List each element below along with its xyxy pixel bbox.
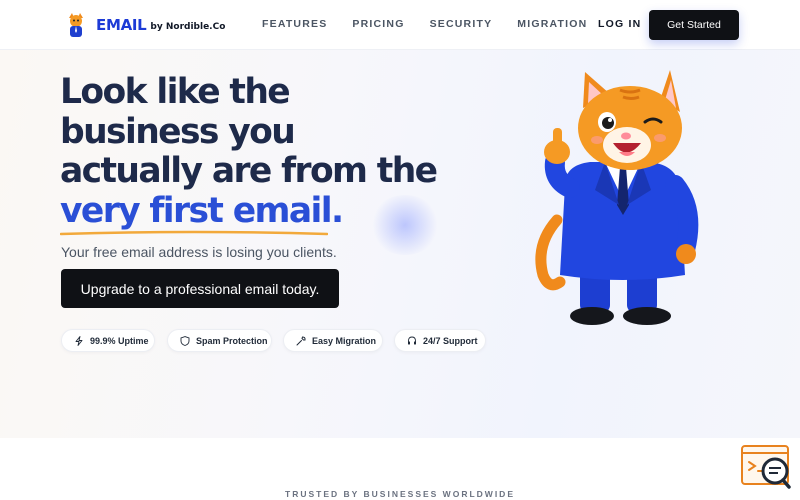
logo[interactable]: EMAIL by Nordible.Co <box>66 12 225 38</box>
hero-subtext: Your free email address is losing you cl… <box>61 244 337 260</box>
logo-mascot-icon <box>69 13 83 37</box>
cat-mascot-illustration <box>535 70 699 325</box>
upgrade-cta-button[interactable]: Upgrade to a professional email today. <box>61 269 339 308</box>
lightning-icon <box>75 335 83 346</box>
trusted-by-heading: TRUSTED BY BUSINESSES WORLDWIDE <box>285 489 515 499</box>
hero-headline: Look like the business you actually are … <box>60 72 440 231</box>
nav-link-security[interactable]: SECURITY <box>430 18 493 30</box>
login-link[interactable]: LOG IN <box>598 18 641 30</box>
feature-pill-migration: Easy Migration <box>283 329 383 352</box>
feature-pill-uptime: 99.9% Uptime <box>61 329 155 352</box>
headline-underline <box>60 230 328 236</box>
logo-text: EMAIL <box>96 16 147 34</box>
feature-pill-spam: Spam Protection <box>167 329 272 352</box>
get-started-button[interactable]: Get Started <box>649 10 739 40</box>
feature-label: 99.9% Uptime <box>90 335 149 346</box>
nav-link-migration[interactable]: MIGRATION <box>517 18 587 30</box>
top-navbar: EMAIL by Nordible.Co FEATURES PRICING SE… <box>0 0 800 50</box>
headline-accent: very first email. <box>60 190 344 231</box>
feature-label: Easy Migration <box>312 335 377 346</box>
nav-link-pricing[interactable]: PRICING <box>352 18 404 30</box>
hero-section: Look like the business you actually are … <box>0 50 800 438</box>
feature-label: Spam Protection <box>196 335 268 346</box>
nav-link-features[interactable]: FEATURES <box>262 18 327 30</box>
headset-icon <box>408 336 416 344</box>
wrench-icon <box>296 335 306 345</box>
feature-label: 24/7 Support <box>423 335 478 346</box>
shield-icon <box>180 335 190 346</box>
feature-pill-support: 24/7 Support <box>394 329 486 352</box>
headline-line-2: business you <box>60 111 296 152</box>
nav-links: FEATURES PRICING SECURITY MIGRATION <box>262 18 612 30</box>
chat-support-icon[interactable] <box>741 444 791 490</box>
headline-line-3: actually are from the <box>60 151 438 191</box>
logo-subtext: by Nordible.Co <box>150 22 226 32</box>
headline-line-1: Look like the <box>60 72 291 112</box>
